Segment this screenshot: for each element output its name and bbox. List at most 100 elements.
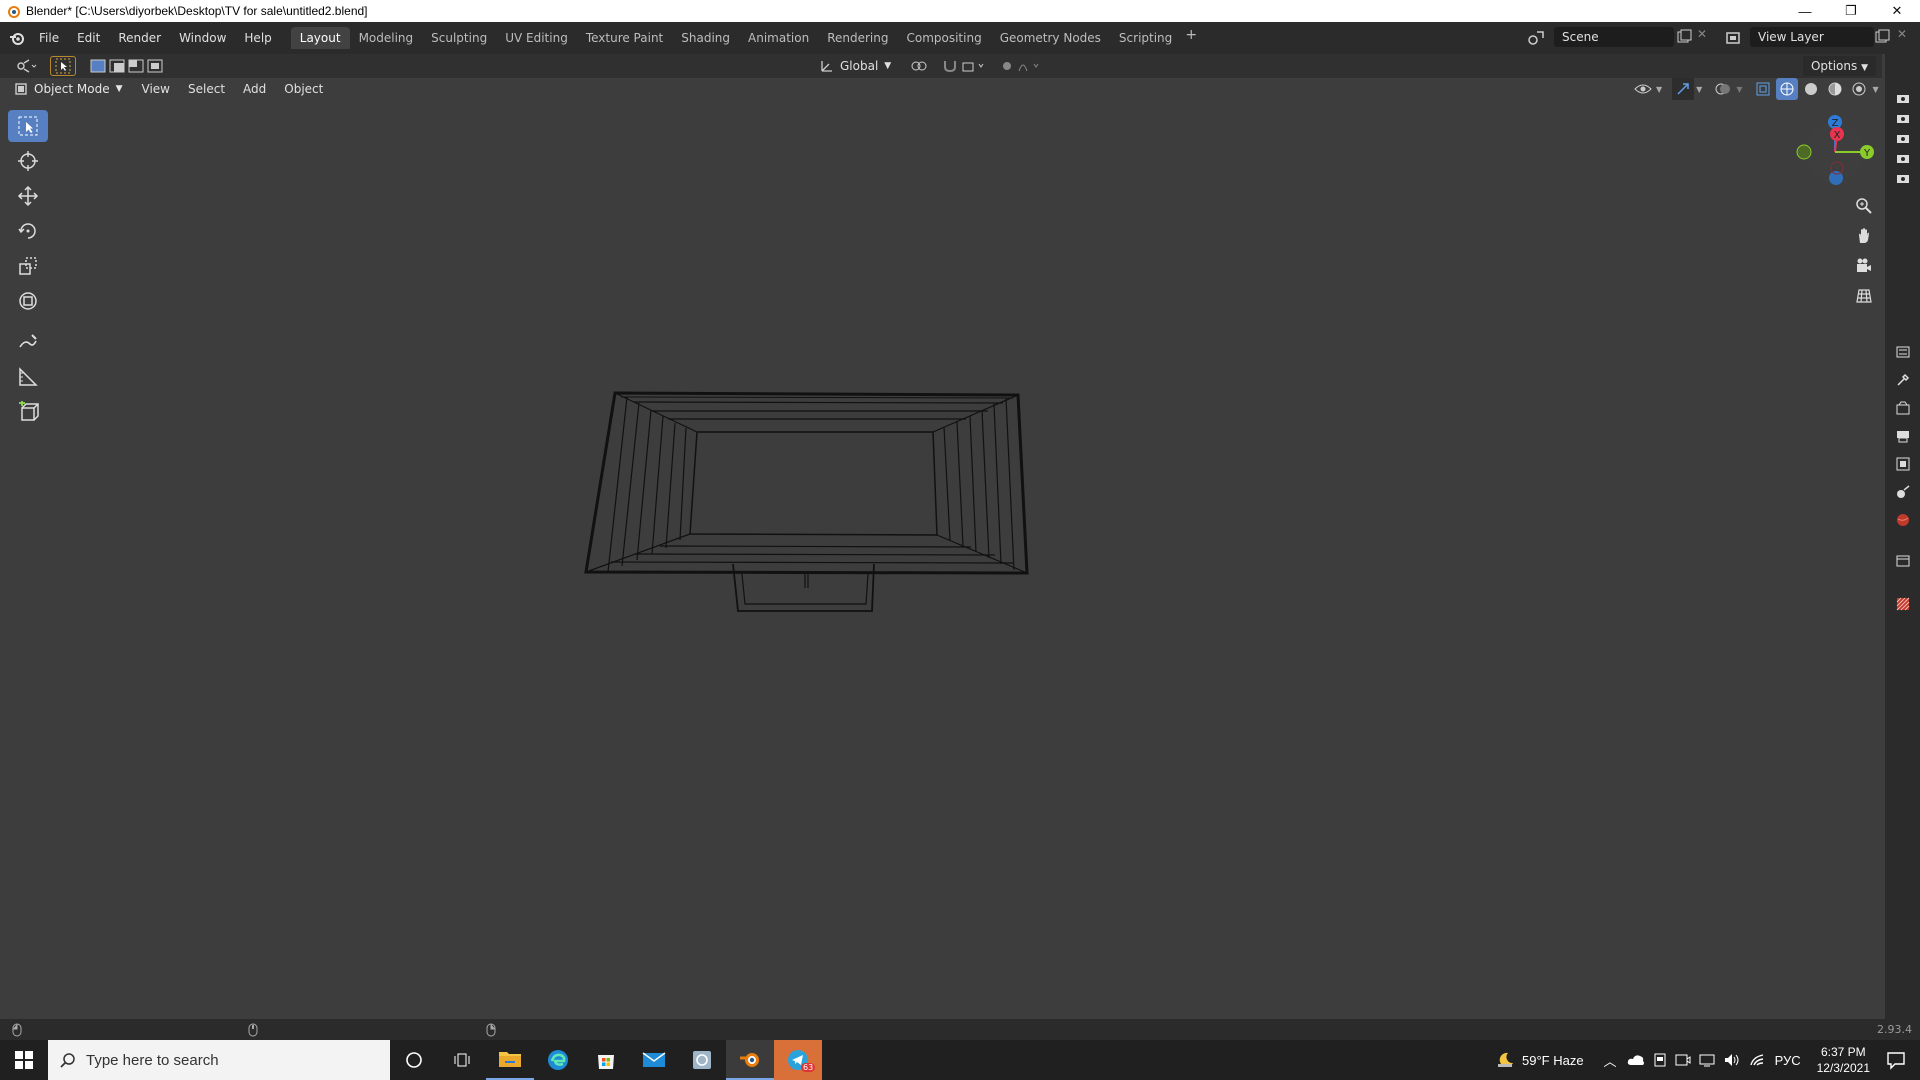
menu-help[interactable]: Help	[235, 26, 280, 50]
texture-properties-icon[interactable]	[1893, 594, 1913, 614]
task-view-icon[interactable]	[438, 1040, 486, 1080]
snap-icon[interactable]	[940, 56, 990, 76]
overlays-icon[interactable]	[1712, 78, 1734, 100]
language-indicator[interactable]: РУС	[1775, 1053, 1801, 1068]
cursor-tool[interactable]	[8, 145, 48, 177]
tab-compositing[interactable]: Compositing	[897, 27, 990, 49]
camera-icon[interactable]	[1893, 152, 1913, 164]
photos-app-icon[interactable]	[678, 1040, 726, 1080]
view-layer-properties-icon[interactable]	[1893, 454, 1913, 474]
gizmo-toggle-icon[interactable]	[1672, 78, 1695, 100]
options-dropdown[interactable]: Options ▼	[1802, 56, 1876, 76]
tab-scripting[interactable]: Scripting	[1110, 27, 1181, 49]
menu-object[interactable]: Object	[275, 82, 332, 96]
proportional-editing-icon[interactable]	[998, 56, 1048, 76]
tab-shading[interactable]: Shading	[672, 27, 739, 49]
menu-view[interactable]: View	[133, 82, 179, 96]
menu-window[interactable]: Window	[170, 26, 235, 50]
mail-icon[interactable]	[630, 1040, 678, 1080]
speaker-icon[interactable]	[1723, 1052, 1741, 1068]
file-explorer-icon[interactable]	[486, 1040, 534, 1080]
object-mode-dropdown[interactable]: Object Mode ▼	[10, 79, 127, 99]
pan-hand-icon[interactable]	[1853, 225, 1875, 247]
new-view-layer-icon[interactable]	[1874, 29, 1890, 45]
annotate-tool[interactable]	[8, 326, 48, 358]
visibility-icon[interactable]	[1632, 78, 1654, 100]
transform-tool[interactable]	[8, 285, 48, 317]
wrench-icon[interactable]	[1893, 370, 1913, 390]
minimize-button[interactable]: —	[1782, 0, 1828, 22]
scene-icon[interactable]	[1526, 28, 1546, 48]
device-icon[interactable]	[1653, 1052, 1667, 1068]
tab-layout[interactable]: Layout	[290, 27, 350, 49]
menu-file[interactable]: File	[30, 26, 68, 50]
tab-sculpting[interactable]: Sculpting	[422, 27, 496, 49]
notifications-icon[interactable]	[1886, 1050, 1906, 1070]
meet-now-icon[interactable]	[1675, 1053, 1691, 1067]
edge-browser-icon[interactable]	[534, 1040, 582, 1080]
tool-properties-icon[interactable]	[1893, 342, 1913, 362]
world-properties-icon[interactable]	[1893, 510, 1913, 530]
wifi-icon[interactable]	[1749, 1053, 1765, 1067]
move-tool[interactable]	[8, 180, 48, 212]
taskbar-search-box[interactable]: Type here to search	[48, 1040, 390, 1080]
rendered-shading-icon[interactable]	[1848, 78, 1870, 100]
add-workspace-button[interactable]: +	[1181, 27, 1201, 49]
camera-icon[interactable]	[1893, 172, 1913, 184]
pivot-point-icon[interactable]	[904, 56, 934, 76]
start-button[interactable]	[0, 1040, 48, 1080]
measure-tool[interactable]	[8, 361, 48, 393]
tab-modeling[interactable]: Modeling	[350, 27, 423, 49]
network-icon[interactable]	[1699, 1053, 1715, 1067]
solid-shading-icon[interactable]	[1800, 78, 1822, 100]
telegram-icon[interactable]: 63	[774, 1040, 822, 1080]
tab-uv-editing[interactable]: UV Editing	[496, 27, 577, 49]
view-layer-field[interactable]: View Layer	[1750, 27, 1874, 47]
view-layer-icon[interactable]	[1724, 28, 1744, 48]
tab-animation[interactable]: Animation	[739, 27, 818, 49]
weather-text[interactable]: 59°F Haze	[1522, 1053, 1584, 1068]
render-properties-icon[interactable]	[1893, 398, 1913, 418]
3d-viewport[interactable]	[0, 54, 1885, 1019]
new-scene-icon[interactable]	[1676, 29, 1692, 45]
blender-menu-icon[interactable]	[8, 29, 26, 47]
select-tool-icon[interactable]	[50, 56, 76, 76]
delete-scene-icon[interactable]: ✕	[1697, 27, 1707, 41]
onedrive-icon[interactable]	[1627, 1053, 1645, 1067]
menu-select[interactable]: Select	[179, 82, 234, 96]
tab-rendering[interactable]: Rendering	[818, 27, 897, 49]
camera-icon[interactable]	[1893, 112, 1913, 124]
blender-taskbar-icon[interactable]	[726, 1040, 774, 1080]
close-button[interactable]: ✕	[1874, 0, 1920, 22]
chevron-down-icon[interactable]: ▼	[1872, 85, 1878, 94]
navigation-gizmo[interactable]: X Y Z	[1790, 112, 1880, 192]
rotate-tool[interactable]	[8, 215, 48, 247]
camera-view-icon[interactable]	[1853, 255, 1875, 277]
scene-properties-icon[interactable]	[1893, 482, 1913, 502]
collection-properties-icon[interactable]	[1893, 550, 1913, 570]
scale-tool[interactable]	[8, 250, 48, 282]
wireframe-shading-icon[interactable]	[1776, 78, 1799, 100]
menu-edit[interactable]: Edit	[68, 26, 109, 50]
add-cube-tool[interactable]	[8, 396, 48, 428]
selection-mode-icons[interactable]	[84, 56, 168, 76]
tab-geometry-nodes[interactable]: Geometry Nodes	[991, 27, 1110, 49]
cortana-icon[interactable]	[390, 1040, 438, 1080]
menu-add[interactable]: Add	[234, 82, 275, 96]
xray-icon[interactable]	[1752, 78, 1774, 100]
microsoft-store-icon[interactable]	[582, 1040, 630, 1080]
camera-icon[interactable]	[1893, 132, 1913, 144]
camera-icon[interactable]	[1893, 92, 1913, 104]
delete-view-layer-icon[interactable]: ✕	[1897, 27, 1907, 41]
ortho-grid-icon[interactable]	[1853, 285, 1875, 307]
select-box-tool[interactable]	[8, 110, 48, 142]
chevron-down-icon[interactable]: ▼	[1696, 85, 1702, 94]
chevron-up-icon[interactable]: ︿	[1604, 1051, 1617, 1070]
transform-orientation-dropdown[interactable]: Global ▼	[820, 56, 891, 76]
scene-name-field[interactable]: Scene	[1554, 27, 1674, 47]
menu-render[interactable]: Render	[109, 26, 170, 50]
clock[interactable]: 6:37 PM 12/3/2021	[1817, 1044, 1870, 1076]
material-shading-icon[interactable]	[1824, 78, 1846, 100]
restore-button[interactable]: ❐	[1828, 0, 1874, 22]
tab-texture-paint[interactable]: Texture Paint	[577, 27, 672, 49]
